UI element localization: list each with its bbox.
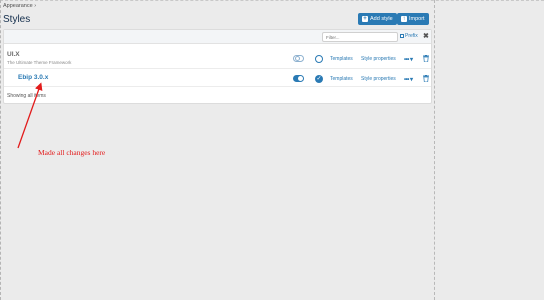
annotation-text: Made all changes here xyxy=(38,148,106,157)
